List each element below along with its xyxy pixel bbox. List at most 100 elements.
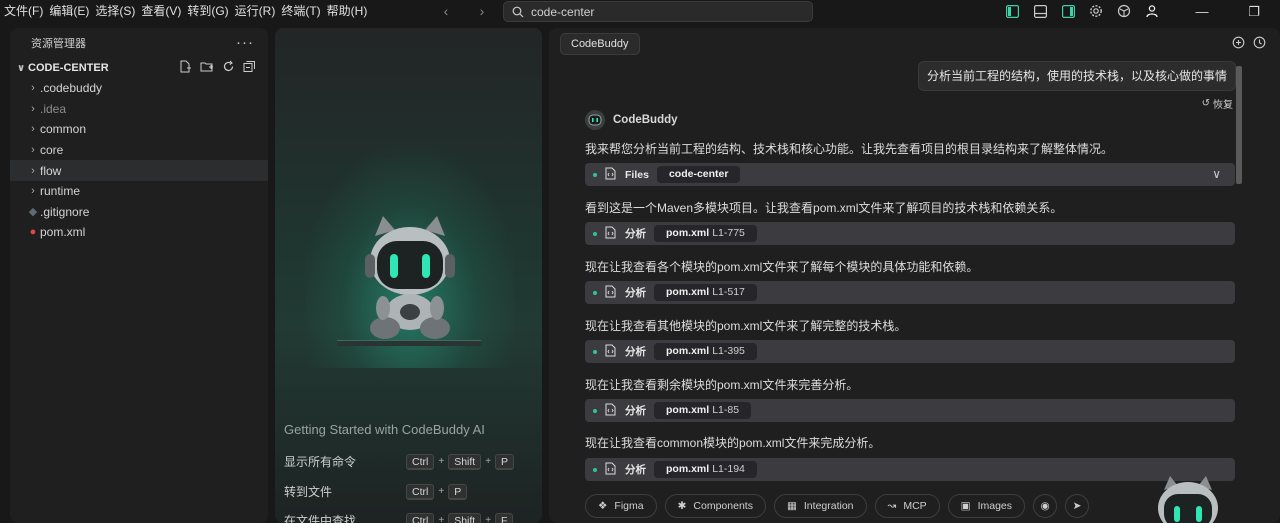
line-range: L1-194: [712, 463, 745, 475]
tool-name: 分析: [625, 462, 646, 477]
menu-run[interactable]: 运行(R): [235, 0, 282, 23]
menu-view[interactable]: 查看(V): [141, 0, 187, 23]
image-icon: ▣: [961, 500, 971, 512]
menu-terminal[interactable]: 终端(T): [281, 0, 326, 23]
components-button[interactable]: ✱Components: [665, 494, 766, 518]
rocket-icon: ➤: [1073, 500, 1082, 512]
keybinding: Ctrl+ Shift+ F: [406, 513, 513, 523]
tree-folder-codebuddy[interactable]: ›.codebuddy: [10, 78, 268, 99]
shortcut-find-in-files[interactable]: 在文件中查找 Ctrl+ Shift+ F: [284, 512, 534, 523]
chat-message-text: 现在让我查看common模块的pom.xml文件来完成分析。: [585, 434, 880, 451]
search-icon: [512, 6, 524, 18]
nav-forward-icon[interactable]: ›: [472, 2, 492, 20]
tool-target: pom.xmlL1-517: [654, 284, 757, 301]
tool-call-analyze[interactable]: 分析 pom.xmlL1-517: [585, 281, 1235, 304]
tree-folder-flow[interactable]: ›flow: [10, 160, 268, 181]
maven-file-icon: ●: [26, 226, 40, 238]
keybinding: Ctrl+ Shift+ P: [406, 454, 514, 470]
tool-call-analyze[interactable]: 分析 pom.xmlL1-775: [585, 222, 1235, 245]
codebuddy-chat-panel: CodeBuddy 分析当前工程的结构，使用的技术栈，以及核心做的事情 ↺ 恢复…: [549, 28, 1280, 523]
tool-target: pom.xmlL1-395: [654, 343, 757, 360]
explorer-header: 资源管理器 ···: [10, 28, 268, 58]
pill-label: Figma: [614, 500, 643, 512]
quick-actions-bar: ❖Figma ✱Components ▦Integration ↝MCP ▣Im…: [585, 494, 1089, 518]
integration-button[interactable]: ▦Integration: [774, 494, 867, 518]
tool-call-files[interactable]: Files code-center ∨: [585, 163, 1235, 186]
key: Ctrl: [406, 454, 434, 470]
tool-call-analyze[interactable]: 分析 pom.xmlL1-194: [585, 458, 1235, 481]
extension-icon[interactable]: [1115, 2, 1133, 20]
figma-button[interactable]: ❖Figma: [585, 494, 657, 518]
key: P: [448, 484, 467, 500]
menu-file[interactable]: 文件(F): [4, 0, 49, 23]
tree-folder-common[interactable]: ›common: [10, 119, 268, 140]
tree-item-label: core: [40, 143, 63, 157]
restore-window-icon[interactable]: ❐: [1228, 0, 1280, 23]
new-chat-icon[interactable]: [1232, 36, 1245, 52]
new-file-icon[interactable]: [179, 60, 192, 76]
line-range: L1-775: [712, 227, 745, 239]
refresh-icon[interactable]: [222, 60, 235, 76]
nav-back-icon[interactable]: ‹: [436, 2, 456, 20]
git-file-icon: ◆: [26, 205, 40, 218]
chevron-down-icon[interactable]: ∨: [1212, 167, 1221, 181]
key: Shift: [448, 513, 481, 523]
key: Ctrl: [406, 513, 434, 523]
file-code-icon: [605, 226, 617, 242]
tool-target: pom.xmlL1-85: [654, 402, 751, 419]
status-dot: [593, 468, 597, 472]
new-folder-icon[interactable]: [200, 60, 214, 76]
tree-file-pom[interactable]: ●pom.xml: [10, 222, 268, 243]
file-code-icon: [605, 462, 617, 478]
more-actions-icon[interactable]: ···: [236, 34, 254, 51]
welcome-panel: Getting Started with CodeBuddy AI 显示所有命令…: [275, 28, 542, 523]
search-input[interactable]: code-center: [531, 5, 594, 19]
menu-edit[interactable]: 编辑(E): [49, 0, 95, 23]
menu-go[interactable]: 转到(G): [187, 0, 234, 23]
images-button[interactable]: ▣Images: [948, 494, 1025, 518]
shortcut-show-all-commands[interactable]: 显示所有命令 Ctrl+ Shift+ P: [284, 453, 534, 470]
history-icon[interactable]: [1253, 36, 1266, 52]
shortcut-go-to-file[interactable]: 转到文件 Ctrl+ P: [284, 483, 534, 500]
tool-call-analyze[interactable]: 分析 pom.xmlL1-395: [585, 340, 1235, 363]
project-root[interactable]: ∨ CODE-CENTER: [10, 58, 268, 78]
tree-file-gitignore[interactable]: ◆.gitignore: [10, 202, 268, 223]
shortcut-label: 在文件中查找: [284, 512, 356, 523]
tool-name: Files: [625, 169, 649, 181]
shortcut-label: 显示所有命令: [284, 453, 356, 470]
components-icon: ✱: [678, 500, 687, 512]
deploy-button[interactable]: ➤: [1065, 494, 1089, 518]
minimize-icon[interactable]: —: [1176, 0, 1228, 23]
chat-message-text: 现在让我查看各个模块的pom.xml文件来了解每个模块的具体功能和依赖。: [585, 258, 978, 275]
chat-tab[interactable]: CodeBuddy: [560, 33, 640, 55]
key: Shift: [448, 454, 481, 470]
settings-gear-icon[interactable]: [1087, 2, 1105, 20]
menu-selection[interactable]: 选择(S): [95, 0, 141, 23]
codebuddy-mascot-icon: [1152, 476, 1224, 523]
menu-help[interactable]: 帮助(H): [327, 0, 374, 23]
integration-icon: ▦: [787, 500, 797, 512]
mcp-button[interactable]: ↝MCP: [875, 494, 940, 518]
title-bar: 文件(F) 编辑(E) 选择(S) 查看(V) 转到(G) 运行(R) 终端(T…: [0, 0, 1280, 23]
key: Ctrl: [406, 484, 434, 500]
command-center-search[interactable]: code-center: [503, 1, 813, 22]
toggle-primary-sidebar-icon[interactable]: [1003, 2, 1021, 20]
restore-button[interactable]: ↺ 恢复: [1202, 96, 1233, 111]
toggle-panel-icon[interactable]: [1031, 2, 1049, 20]
tool-target: pom.xmlL1-194: [654, 461, 757, 478]
chat-scrollbar[interactable]: [1236, 66, 1242, 184]
line-range: L1-517: [712, 286, 745, 298]
key: F: [495, 513, 513, 523]
tree-folder-idea[interactable]: ›.idea: [10, 99, 268, 120]
account-icon[interactable]: [1143, 2, 1161, 20]
plug-icon: ↝: [888, 500, 897, 512]
tool-name: 分析: [625, 285, 646, 300]
tool-call-analyze[interactable]: 分析 pom.xmlL1-85: [585, 399, 1235, 422]
toggle-secondary-sidebar-icon[interactable]: [1059, 2, 1077, 20]
tree-folder-runtime[interactable]: ›runtime: [10, 181, 268, 202]
tree-item-label: .idea: [40, 102, 66, 116]
collapse-all-icon[interactable]: [243, 60, 256, 76]
preview-eye-button[interactable]: ◉: [1033, 494, 1057, 518]
tree-folder-core[interactable]: ›core: [10, 140, 268, 161]
tree-item-label: .codebuddy: [40, 81, 102, 95]
